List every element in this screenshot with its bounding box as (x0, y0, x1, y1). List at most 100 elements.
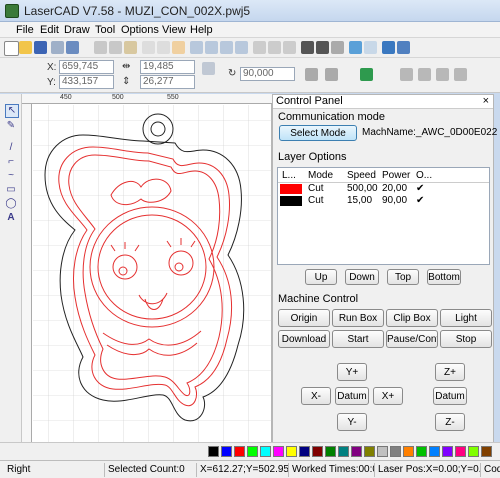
origin-button[interactable]: Origin (278, 309, 330, 327)
layer-up-button[interactable]: Up (305, 269, 337, 285)
swatch-21[interactable] (481, 446, 492, 457)
col-output[interactable]: O... (416, 170, 432, 181)
optimize-icon[interactable] (331, 41, 344, 54)
menu-help[interactable]: Help (190, 24, 213, 36)
jog-z-plus-button[interactable]: Z+ (435, 363, 465, 381)
height-field[interactable]: 26,277 (140, 75, 195, 89)
swatch-9[interactable] (325, 446, 336, 457)
layer-table[interactable]: L... Mode Speed Power O... Cut 500,00 20… (277, 167, 490, 265)
align-center-icon[interactable] (418, 68, 431, 81)
layer-color-red[interactable] (280, 184, 302, 194)
swatch-12[interactable] (364, 446, 375, 457)
swatch-16[interactable] (416, 446, 427, 457)
select-mode-button[interactable]: Select Mode (279, 125, 357, 141)
swatch-1[interactable] (221, 446, 232, 457)
mirror-v-icon[interactable] (325, 68, 338, 81)
swatch-3[interactable] (247, 446, 258, 457)
swatch-20[interactable] (468, 446, 479, 457)
stop-button[interactable]: Stop (440, 330, 492, 348)
group-icon[interactable] (268, 41, 281, 54)
col-speed[interactable]: Speed (347, 170, 376, 181)
pan-hand-icon[interactable] (172, 41, 185, 54)
align-right-icon[interactable] (436, 68, 449, 81)
start-button[interactable]: Start (332, 330, 384, 348)
copy-icon[interactable] (109, 41, 122, 54)
node-edit-icon[interactable] (253, 41, 266, 54)
align-top-icon[interactable] (454, 68, 467, 81)
drawing-canvas[interactable] (22, 94, 273, 447)
menu-options[interactable]: Options (121, 24, 159, 36)
ungroup-icon[interactable] (283, 41, 296, 54)
menu-tool[interactable]: Tool (95, 24, 115, 36)
layer-top-button[interactable]: Top (387, 269, 419, 285)
angle-field[interactable]: 90,000 (240, 67, 295, 81)
swatch-13[interactable] (377, 446, 388, 457)
undo-icon[interactable] (142, 41, 155, 54)
zoom-out-icon[interactable] (205, 41, 218, 54)
swatch-8[interactable] (312, 446, 323, 457)
zoom-fit-icon[interactable] (220, 41, 233, 54)
new-file-icon[interactable] (4, 41, 19, 56)
run-box-button[interactable]: Run Box (332, 309, 384, 327)
connect-icon[interactable] (397, 41, 410, 54)
row2-output-checkbox[interactable]: ✔ (416, 195, 424, 206)
select-arrow-icon[interactable]: ↖ (5, 104, 19, 118)
clip-box-button[interactable]: Clip Box (386, 309, 438, 327)
mirror-h-icon[interactable] (305, 68, 318, 81)
col-layer[interactable]: L... (282, 170, 296, 181)
align-icon[interactable] (364, 41, 377, 54)
swatch-0[interactable] (208, 446, 219, 457)
menu-edit[interactable]: Edit (40, 24, 59, 36)
y-position-field[interactable]: 433,157 (59, 75, 114, 89)
col-power[interactable]: Power (382, 170, 410, 181)
jog-y-minus-button[interactable]: Y- (337, 413, 367, 431)
polyline-tool-icon[interactable]: ⌐ (5, 156, 17, 168)
layer-bottom-button[interactable]: Bottom (427, 269, 461, 285)
swatch-2[interactable] (234, 446, 245, 457)
swatch-18[interactable] (442, 446, 453, 457)
rectangle-tool-icon[interactable]: ▭ (5, 184, 17, 196)
swatch-6[interactable] (286, 446, 297, 457)
jog-datum-button[interactable]: Datum (335, 387, 369, 405)
save-icon[interactable] (34, 41, 47, 54)
node-tool-icon[interactable]: ✎ (5, 120, 17, 132)
ellipse-tool-icon[interactable]: ◯ (5, 198, 17, 210)
swatch-5[interactable] (273, 446, 284, 457)
swatch-15[interactable] (403, 446, 414, 457)
menu-file[interactable]: File (16, 24, 34, 36)
swatch-10[interactable] (338, 446, 349, 457)
export-icon[interactable] (66, 41, 79, 54)
pause-continue-button[interactable]: Pause/Continue (386, 330, 438, 348)
menu-draw[interactable]: Draw (64, 24, 90, 36)
jog-z-datum-button[interactable]: Datum (433, 387, 467, 405)
jog-x-minus-button[interactable]: X- (301, 387, 331, 405)
smooth-icon[interactable] (316, 41, 329, 54)
swatch-4[interactable] (260, 446, 271, 457)
curve-tool-icon[interactable]: ~ (5, 170, 17, 182)
x-position-field[interactable]: 659,745 (59, 60, 114, 74)
menu-view[interactable]: View (162, 24, 186, 36)
layer-down-button[interactable]: Down (345, 269, 379, 285)
path-tool-icon[interactable] (301, 41, 314, 54)
redo-icon[interactable] (157, 41, 170, 54)
close-icon[interactable]: × (483, 95, 489, 108)
col-mode[interactable]: Mode (308, 170, 333, 181)
swatch-11[interactable] (351, 446, 362, 457)
jog-x-plus-button[interactable]: X+ (373, 387, 403, 405)
width-field[interactable]: 19,485 (140, 60, 195, 74)
open-folder-icon[interactable] (19, 41, 32, 54)
laser-device-icon[interactable] (382, 41, 395, 54)
light-button[interactable]: Light (440, 309, 492, 327)
line-tool-icon[interactable]: / (5, 142, 17, 154)
jog-z-minus-button[interactable]: Z- (435, 413, 465, 431)
align-layer-icon[interactable] (360, 68, 373, 81)
row1-output-checkbox[interactable]: ✔ (416, 183, 424, 194)
align-left-icon[interactable] (400, 68, 413, 81)
cut-icon[interactable] (94, 41, 107, 54)
layer-color-black[interactable] (280, 196, 302, 206)
paste-icon[interactable] (124, 41, 137, 54)
zoom-in-icon[interactable] (190, 41, 203, 54)
jog-y-plus-button[interactable]: Y+ (337, 363, 367, 381)
text-tool-icon[interactable]: A (5, 212, 17, 224)
swatch-17[interactable] (429, 446, 440, 457)
